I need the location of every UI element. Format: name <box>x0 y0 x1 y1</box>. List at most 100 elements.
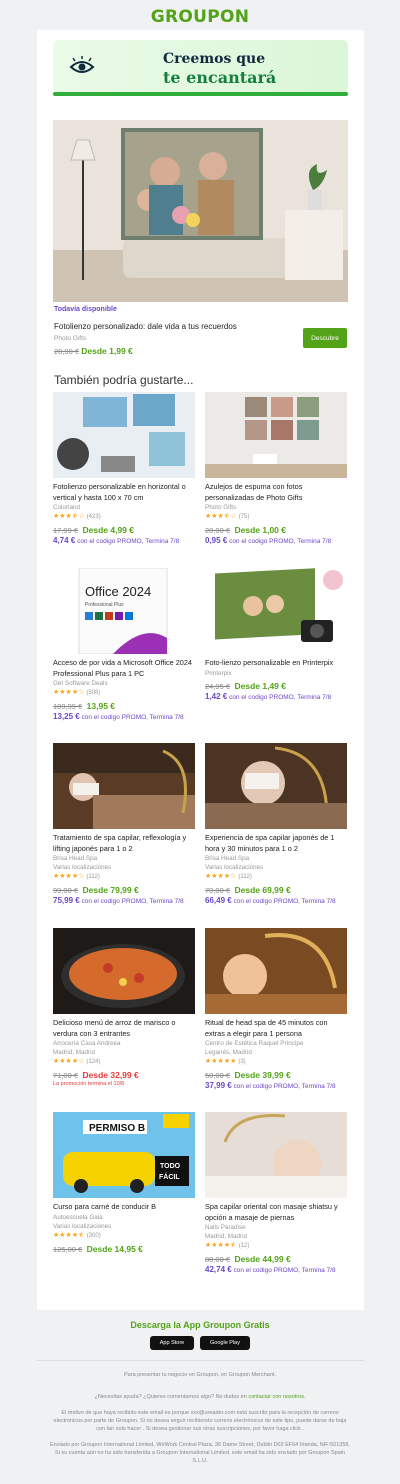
deal-merchant: Centro de Estética Raquel Príncipe <box>205 1040 304 1047</box>
rating-stars: ★★★⯪☆ (75) <box>205 513 250 520</box>
hero-image[interactable] <box>53 120 348 302</box>
deal-image[interactable] <box>53 928 195 1014</box>
deal-card[interactable]: Azulejos de espuma con fotos personaliza… <box>205 392 347 547</box>
old-price: 80,00 € <box>205 1255 231 1264</box>
new-price: Desde 14,95 € <box>86 1243 143 1254</box>
deal-price: 50,00 € Desde 39,99 € <box>205 1068 347 1081</box>
deal-location: Varias localizaciones <box>53 1222 112 1230</box>
old-price: 71,00 € <box>53 1071 79 1080</box>
deal-card[interactable]: Experiencia de spa capilar japonés de 1 … <box>205 743 347 907</box>
promo-price: 75,99 € <box>53 896 80 905</box>
recommend-banner: Creemos que te encantará <box>53 40 348 94</box>
promo-price: 4,74 € <box>53 536 76 545</box>
contact-link[interactable]: contactar con nosotros. <box>248 1394 305 1400</box>
banner-underline <box>53 92 348 96</box>
svg-text:FÁCIL: FÁCIL <box>159 1172 180 1181</box>
deal-image[interactable] <box>205 928 347 1014</box>
deal-price: 20,00 € Desde 1,00 € <box>205 523 347 536</box>
new-price: Desde 4,99 € <box>82 525 134 535</box>
old-price: 79,00 € <box>205 886 231 895</box>
promo-price: 37,99 € <box>205 1081 232 1090</box>
deal-title[interactable]: Foto-lienzo personalizable en Printerpix <box>205 658 347 669</box>
old-price: 99,00 € <box>53 886 79 895</box>
promo-text: con el codigo PROMO, Termina 7/8 <box>81 898 184 905</box>
promo-price: 13,25 € <box>53 712 80 721</box>
also-like-heading: También podría gustarte... <box>54 373 194 387</box>
old-price: 125,00 € <box>53 1244 83 1254</box>
promo-line: 1,42 € con el codigo PROMO, Termina 7/8 <box>205 692 347 703</box>
rating-stars: ★★★★☆ (508) <box>53 689 101 696</box>
footer-sent: Enviado por Groupon International Limite… <box>50 1442 351 1464</box>
deal-location: Varias localizaciones <box>205 864 264 871</box>
groupon-logo[interactable]: GROUPON <box>0 0 400 34</box>
deal-image[interactable] <box>53 743 195 829</box>
promo-price: 0,95 € <box>205 536 228 545</box>
rating-stars: ★★★★⯪ (300) <box>53 1231 101 1239</box>
deal-title[interactable]: Azulejos de espuma con fotos personaliza… <box>205 482 347 503</box>
deal-price: 80,00 € Desde 44,99 € <box>205 1252 347 1265</box>
new-price: Desde 1,00 € <box>234 525 286 535</box>
discover-button[interactable]: Descubre <box>303 328 347 348</box>
deal-card[interactable]: Ritual de head spa de 45 minutos con ext… <box>205 928 347 1092</box>
deal-image[interactable] <box>205 1112 347 1198</box>
promo-line: 13,25 € con el codigo PROMO, Termina 7/8 <box>53 712 195 723</box>
svg-text:PERMISO B: PERMISO B <box>89 1123 145 1134</box>
deal-price: 109,99 € 13,95 € <box>53 699 195 712</box>
deal-location: Varias localizaciones <box>53 864 112 871</box>
deal-title[interactable]: Fotolienzo personalizable en horizontal … <box>53 482 195 503</box>
hero-price: 28,90 € Desde 1,99 € <box>54 346 133 356</box>
deal-card[interactable]: Office 2024 Professional Plus Acceso de po… <box>53 568 195 723</box>
svg-text:Office 2024: Office 2024 <box>85 584 151 599</box>
new-price: Desde 32,99 € <box>82 1070 139 1080</box>
rating-stars: ★★★★⯪ (12) <box>205 1242 250 1249</box>
deal-card[interactable]: Foto-lienzo personalizable en Printerpix… <box>205 568 347 703</box>
review-count: (124) <box>86 1059 101 1065</box>
promo-text: con el codigo PROMO, Termina 7/8 <box>229 538 332 545</box>
deal-card[interactable]: Fotolienzo personalizable en horizontal … <box>53 392 195 547</box>
app-store-badge[interactable]: App Store <box>150 1336 194 1350</box>
deal-title[interactable]: Delicioso menú de arroz de marisco o ver… <box>53 1018 195 1039</box>
deal-merchant: Autoescuela Gala <box>53 1213 103 1221</box>
deal-price: 99,00 € Desde 79,99 € <box>53 883 195 896</box>
google-play-badge[interactable]: Google Play <box>200 1336 250 1350</box>
deal-image[interactable] <box>205 743 347 829</box>
availability-label: Todavía disponible <box>54 306 117 313</box>
deal-title[interactable]: Curso para carné de conducir B <box>53 1202 195 1213</box>
deal-image[interactable] <box>205 568 347 654</box>
deal-image[interactable] <box>53 392 195 478</box>
deal-card[interactable]: Spa capilar oriental con masaje shiatsu … <box>205 1112 347 1276</box>
deal-price: 125,00 € Desde 14,95 € <box>53 1242 195 1255</box>
deal-card[interactable]: PERMISO B TODO FÁCIL Curso para carné de co… <box>53 1112 195 1255</box>
app-download-title[interactable]: Descarga la App Groupon Gratis <box>0 1320 400 1330</box>
hero-new-price: Desde 1,99 € <box>81 346 133 356</box>
deal-title[interactable]: Spa capilar oriental con masaje shiatsu … <box>205 1202 347 1223</box>
eye-icon <box>69 56 95 73</box>
deal-title[interactable]: Acceso de por vida a Microsoft Office 20… <box>53 658 195 679</box>
deal-image[interactable]: Office 2024 Professional Plus <box>53 568 195 654</box>
deal-title[interactable]: Ritual de head spa de 45 minutos con ext… <box>205 1018 347 1039</box>
svg-text:Professional Plus: Professional Plus <box>85 602 124 608</box>
deal-title[interactable]: Experiencia de spa capilar japonés de 1 … <box>205 833 347 854</box>
deal-title[interactable]: Tratamiento de spa capilar, reflexología… <box>53 833 195 854</box>
deal-card[interactable]: Delicioso menú de arroz de marisco o ver… <box>53 928 195 1087</box>
rating-stars: ★★★★☆ (112) <box>53 873 100 880</box>
review-count: (3) <box>238 1059 246 1065</box>
new-price: Desde 1,49 € <box>234 680 286 691</box>
new-price: Desde 69,99 € <box>234 885 291 895</box>
promo-line: 66,49 € con el codigo PROMO, Termina 7/8 <box>205 896 347 907</box>
old-price: 50,00 € <box>205 1071 231 1080</box>
deal-image[interactable]: PERMISO B TODO FÁCIL <box>53 1112 195 1198</box>
review-count: (112) <box>86 874 100 880</box>
deal-card[interactable]: Tratamiento de spa capilar, reflexología… <box>53 743 195 907</box>
deal-image[interactable] <box>205 392 347 478</box>
promo-line: 0,95 € con el codigo PROMO, Termina 7/8 <box>205 536 347 547</box>
new-price: 13,95 € <box>86 701 116 711</box>
promo-text: con el codigo PROMO, Termina 7/8 <box>81 714 184 721</box>
banner-line1: Creemos que <box>163 51 266 67</box>
promo-text: con el codigo PROMO, Termina 7/8 <box>229 693 332 701</box>
deal-merchant: Colorland <box>53 504 80 511</box>
hero-title[interactable]: Fotolienzo personalizado: dale vida a tu… <box>54 322 274 331</box>
deal-merchant: Get Software Deals <box>53 680 108 687</box>
rating-stars: ★★★★★ (3) <box>205 1058 246 1065</box>
rating-stars: ★★★⯪☆ (423) <box>53 513 101 520</box>
